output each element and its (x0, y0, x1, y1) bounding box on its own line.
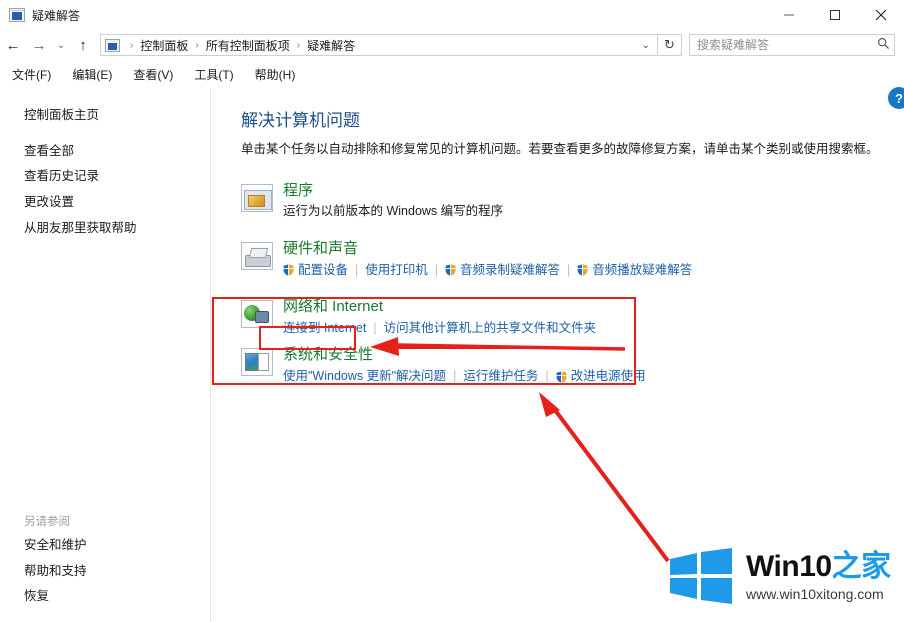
watermark-text: Win10之家 www.win10xitong.com (746, 549, 892, 602)
watermark-url: www.win10xitong.com (746, 585, 884, 602)
annotation-arrow-connect-to-internet (370, 337, 626, 356)
watermark-brand: Win10之家 (746, 549, 892, 583)
troubleshooting-window: 疑难解答 ← → ⌄ ↑ › 控制面板 › 所有控制面板项 › 疑难解答 ⌄ ↻… (0, 0, 904, 622)
windows-logo-icon (670, 548, 732, 604)
annotation-arrows (370, 337, 670, 563)
annotation-arrow-improve-power-usage (539, 392, 670, 563)
watermark: Win10之家 www.win10xitong.com (668, 548, 891, 604)
watermark-brand-cn: 之家 (831, 549, 892, 583)
watermark-brand-en: Win10 (746, 549, 832, 583)
